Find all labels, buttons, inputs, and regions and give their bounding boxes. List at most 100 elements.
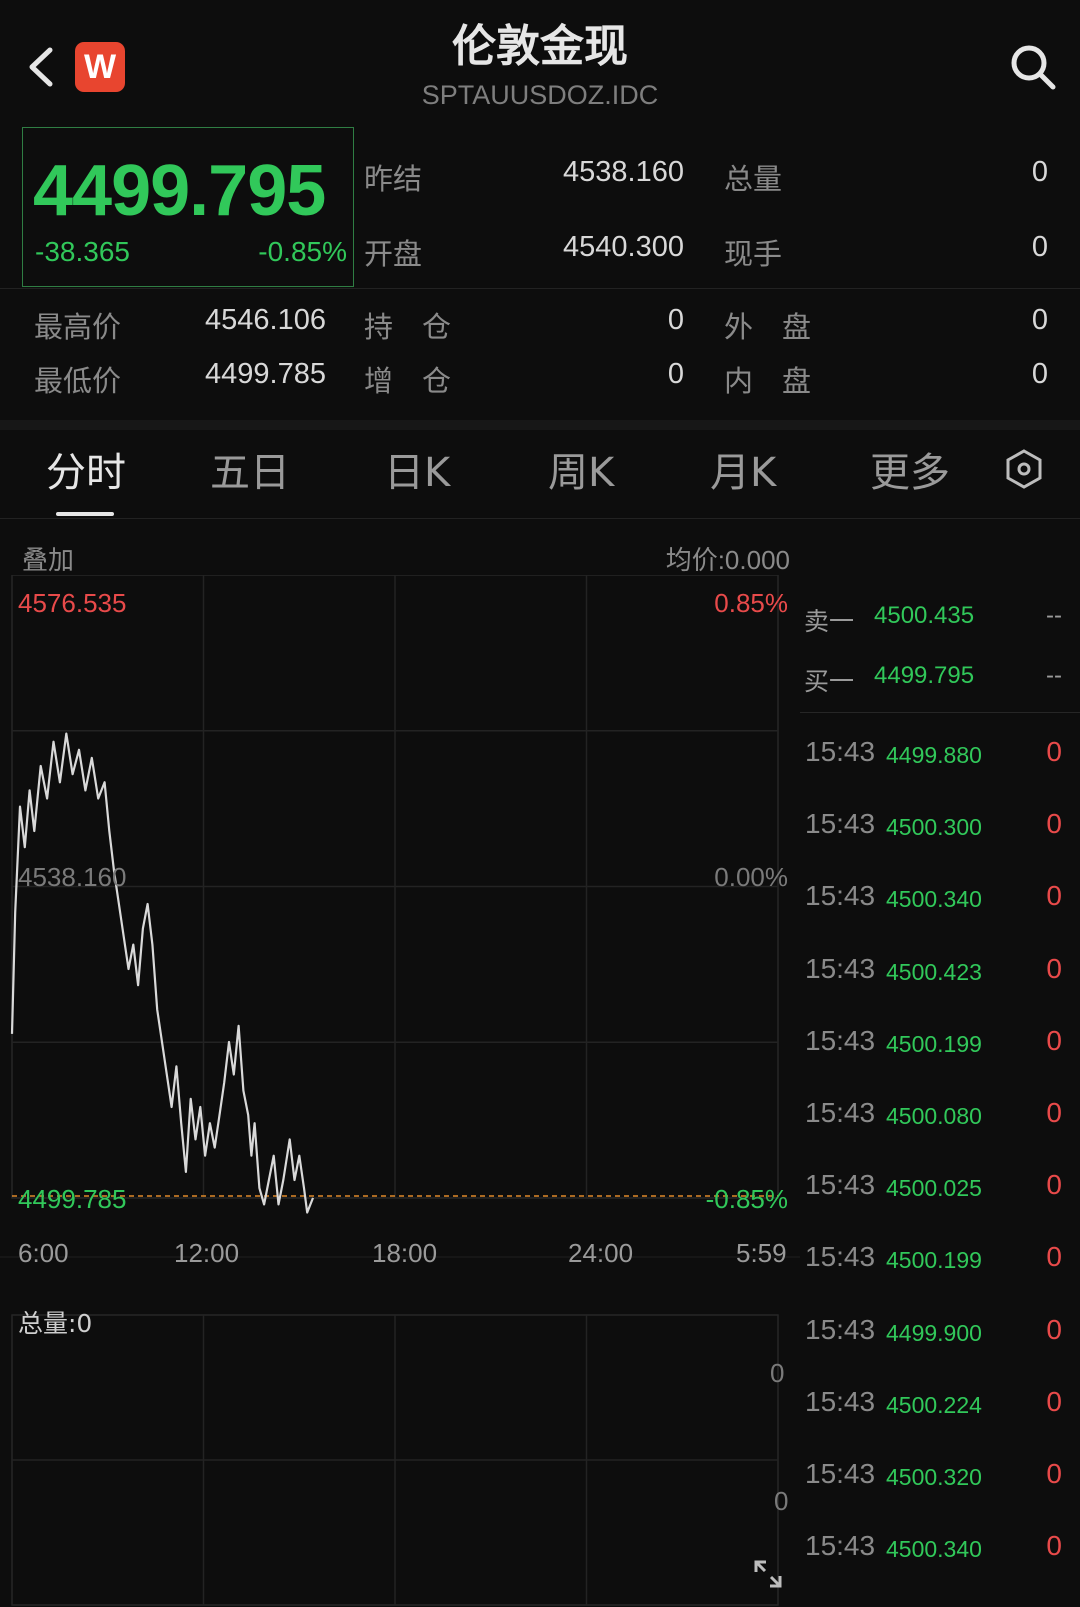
- tick-time: 15:43: [805, 1097, 876, 1128]
- search-icon[interactable]: [1008, 42, 1058, 92]
- low-value: 4499.785: [205, 358, 326, 390]
- overlay-button[interactable]: 叠加: [22, 540, 74, 577]
- tick-time: 15:43: [805, 808, 876, 840]
- tick-row: 15:43 4500.320 0: [800, 1452, 1080, 1512]
- tick-price: 4499.880: [886, 742, 982, 768]
- bid-volume: --: [1046, 662, 1062, 689]
- header-bar: W 伦敦金现 SPTAUUSDOZ.IDC: [0, 0, 1080, 118]
- y-tick-low: 4499.785: [18, 1184, 127, 1214]
- tick-time: 15:43: [805, 1241, 876, 1273]
- current-hand-label: 现手: [724, 237, 783, 271]
- volume-tick-top: 0: [770, 1358, 785, 1388]
- interest-change-value: 0: [667, 358, 684, 390]
- instrument-code: SPTAUUSDOZ.IDC: [421, 80, 659, 110]
- tick-volume: 0: [1046, 808, 1062, 840]
- tick-row: 15:43 4500.199 0: [800, 1019, 1080, 1079]
- volume-tick-mid: 0: [774, 1486, 789, 1516]
- tick-volume: 0: [1046, 1530, 1062, 1562]
- total-volume-value: 0: [1031, 156, 1048, 188]
- x-tick: 24:00: [568, 1238, 634, 1268]
- outer-volume-label: 外 盘: [724, 310, 812, 344]
- y-tick-high: 4576.535: [18, 588, 127, 618]
- outer-volume-value: 0: [1031, 304, 1048, 336]
- open-label: 开盘: [364, 237, 423, 271]
- ask-volume: --: [1046, 602, 1062, 629]
- period-tabs: 分时 五日 日K 周K 月K 更多: [0, 430, 1080, 522]
- low-label: 最低价: [34, 364, 122, 398]
- bid-price: 4499.795: [874, 662, 975, 689]
- x-tick: 5:59: [736, 1238, 787, 1268]
- tick-time: 15:43: [805, 952, 876, 984]
- price-change-percent: -0.85%: [258, 236, 347, 267]
- tick-volume: 0: [1046, 1241, 1062, 1273]
- tick-row: 15:43 4500.300 0: [800, 802, 1080, 862]
- tick-time: 15:43: [805, 1530, 876, 1562]
- high-value: 4546.106: [205, 304, 326, 336]
- tick-row: 15:43 4500.423 0: [800, 947, 1080, 1007]
- ask-row: 卖一 4500.435 --: [800, 602, 1080, 642]
- tab-intraday[interactable]: 分时: [46, 440, 126, 498]
- prev-settle-value: 4538.160: [563, 156, 684, 188]
- tick-price: 4500.199: [886, 1030, 982, 1057]
- tick-volume: 0: [1046, 1024, 1062, 1056]
- total-volume-readout: 总量:0: [18, 1309, 93, 1338]
- tick-row: 15:43 4500.224 0: [800, 1380, 1080, 1440]
- tick-price: 4500.320: [886, 1464, 982, 1490]
- price-line: [10, 732, 315, 1214]
- tab-more[interactable]: 更多: [870, 440, 950, 498]
- tick-time: 15:43: [805, 880, 876, 912]
- tick-price: 4499.900: [886, 1319, 982, 1346]
- open-interest-label: 持 仓: [364, 310, 452, 344]
- tick-price: 4500.080: [886, 1103, 982, 1129]
- bid-label: 买一: [804, 667, 855, 696]
- tick-volume: 0: [1046, 1313, 1062, 1345]
- average-price: 均价:0.000: [665, 545, 790, 575]
- hexagon-settings-icon[interactable]: [1003, 448, 1045, 490]
- pct-tick-high: 0.85%: [714, 588, 788, 618]
- x-tick: 18:00: [372, 1238, 438, 1268]
- tick-price: 4500.300: [886, 814, 982, 841]
- tick-price: 4500.199: [886, 1247, 982, 1274]
- tick-row: 15:43 4500.080 0: [800, 1091, 1080, 1151]
- tick-row: 15:43 4500.340 0: [800, 874, 1080, 934]
- tick-price: 4500.423: [886, 958, 982, 985]
- tick-price: 4500.224: [886, 1391, 982, 1418]
- tick-volume: 0: [1046, 1385, 1062, 1417]
- pct-tick-zero: 0.00%: [714, 862, 788, 892]
- tick-volume: 0: [1046, 952, 1062, 984]
- x-tick: 6:00: [18, 1238, 69, 1268]
- total-volume-label: 总量: [724, 162, 783, 196]
- tick-time: 15:43: [805, 1458, 876, 1489]
- tick-row: 15:43 4500.340 0: [800, 1524, 1080, 1584]
- prev-settle-label: 昨结: [364, 162, 423, 196]
- current-price: 4499.795: [33, 151, 326, 231]
- tick-time: 15:43: [805, 1169, 876, 1201]
- bid-row: 买一 4499.795 --: [800, 662, 1080, 702]
- tab-five-day[interactable]: 五日: [210, 440, 290, 498]
- ask-label: 卖一: [804, 607, 855, 636]
- tick-volume: 0: [1046, 736, 1062, 767]
- tick-price: 4500.340: [886, 1536, 982, 1563]
- tick-row: 15:43 4500.199 0: [800, 1235, 1080, 1295]
- inner-volume-value: 0: [1031, 358, 1048, 390]
- tick-time: 15:43: [805, 1024, 876, 1056]
- tick-row: 15:43 4499.900 0: [800, 1308, 1080, 1368]
- tab-monthly-k[interactable]: 月K: [710, 440, 776, 498]
- tab-daily-k[interactable]: 日K: [384, 440, 450, 498]
- tick-volume: 0: [1046, 880, 1062, 912]
- pct-tick-low: -0.85%: [705, 1184, 788, 1214]
- interest-change-label: 增 仓: [364, 364, 452, 398]
- active-tab-indicator: [56, 512, 114, 516]
- x-tick: 12:00: [174, 1238, 240, 1268]
- tick-volume: 0: [1046, 1458, 1062, 1489]
- high-label: 最高价: [34, 310, 122, 344]
- tab-weekly-k[interactable]: 周K: [548, 440, 614, 498]
- tick-price: 4500.025: [886, 1175, 982, 1202]
- divider: [0, 518, 1080, 519]
- expand-icon[interactable]: [752, 1558, 784, 1590]
- tick-price: 4500.340: [886, 886, 982, 913]
- inner-volume-label: 内 盘: [724, 364, 812, 398]
- tick-time: 15:43: [805, 736, 876, 767]
- divider: [800, 712, 1080, 713]
- tick-row: 15:43 4499.880 0: [800, 730, 1080, 790]
